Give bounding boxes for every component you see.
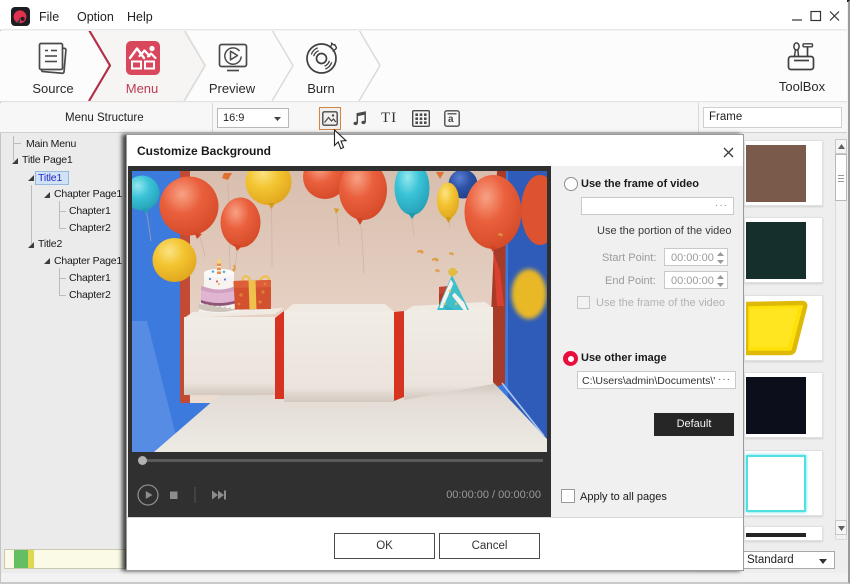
svg-text:a: a bbox=[448, 114, 454, 125]
